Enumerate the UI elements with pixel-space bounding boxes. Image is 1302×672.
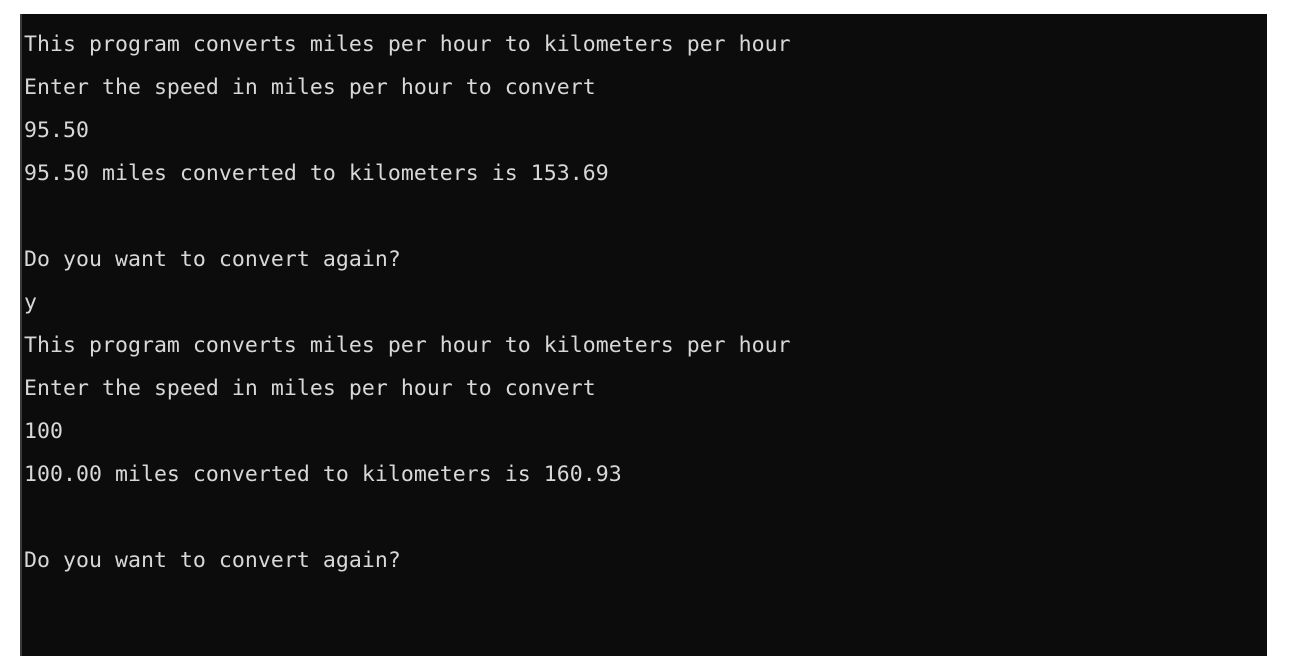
terminal-line: 95.50: [24, 118, 89, 143]
terminal-line: Enter the speed in miles per hour to con…: [24, 75, 596, 100]
terminal-line: Do you want to convert again?: [24, 548, 401, 573]
terminal-line: 95.50 miles converted to kilometers is 1…: [24, 161, 609, 186]
terminal-line: y: [24, 290, 37, 315]
terminal-line: 100.00 miles converted to kilometers is …: [24, 462, 622, 487]
terminal-line: This program converts miles per hour to …: [24, 32, 791, 57]
terminal-line: 100: [24, 419, 63, 444]
terminal-line-list: This program converts miles per hour to …: [24, 23, 1267, 625]
terminal-line: This program converts miles per hour to …: [24, 333, 791, 358]
terminal-output-panel[interactable]: This program converts miles per hour to …: [20, 14, 1267, 656]
terminal-input-line[interactable]: [24, 582, 1267, 625]
console-screenshot: This program converts miles per hour to …: [0, 0, 1302, 672]
terminal-line: Enter the speed in miles per hour to con…: [24, 376, 596, 401]
terminal-left-margin-rule: [20, 14, 22, 656]
terminal-line: Do you want to convert again?: [24, 247, 401, 272]
